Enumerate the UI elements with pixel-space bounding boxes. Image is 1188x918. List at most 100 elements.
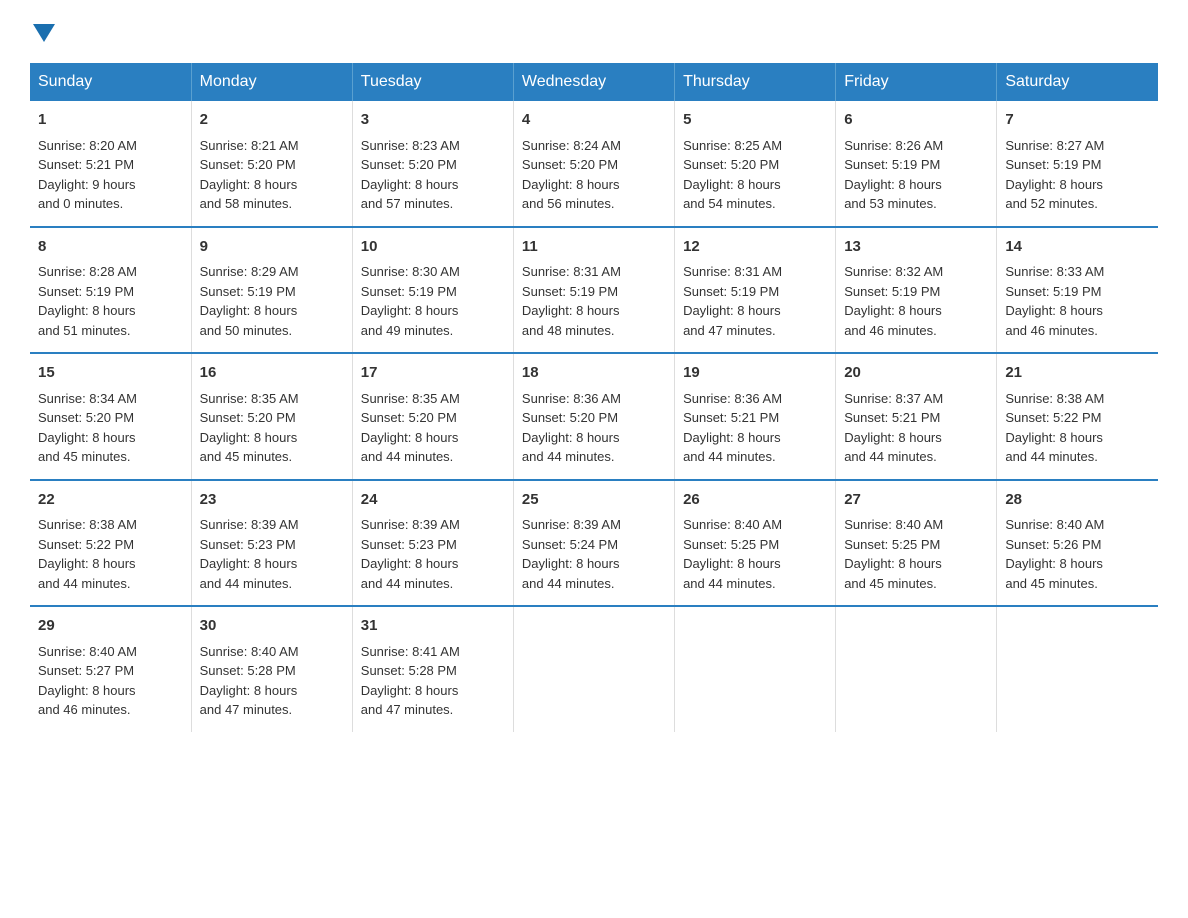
daylight-minutes: and 44 minutes. (361, 449, 454, 464)
daylight-minutes: and 56 minutes. (522, 196, 615, 211)
sunset-text: Sunset: 5:20 PM (522, 410, 618, 425)
daylight-text: Daylight: 8 hours (1005, 430, 1103, 445)
daylight-text: Daylight: 8 hours (844, 430, 942, 445)
sunset-text: Sunset: 5:19 PM (1005, 157, 1101, 172)
calendar-cell: 27Sunrise: 8:40 AMSunset: 5:25 PMDayligh… (836, 480, 997, 607)
daylight-text: Daylight: 8 hours (683, 177, 781, 192)
daylight-minutes: and 47 minutes. (200, 702, 293, 717)
sunrise-text: Sunrise: 8:24 AM (522, 138, 621, 153)
daylight-minutes: and 54 minutes. (683, 196, 776, 211)
daylight-text: Daylight: 8 hours (522, 177, 620, 192)
day-header-sunday: Sunday (30, 63, 191, 101)
day-number: 11 (522, 236, 666, 259)
daylight-minutes: and 48 minutes. (522, 323, 615, 338)
day-number: 5 (683, 109, 827, 132)
daylight-minutes: and 47 minutes. (683, 323, 776, 338)
daylight-text: Daylight: 8 hours (200, 683, 298, 698)
calendar-cell: 11Sunrise: 8:31 AMSunset: 5:19 PMDayligh… (513, 227, 674, 354)
daylight-text: Daylight: 8 hours (522, 303, 620, 318)
daylight-text: Daylight: 8 hours (683, 556, 781, 571)
day-number: 15 (38, 362, 183, 385)
page-header (30, 20, 1158, 43)
calendar-week-row: 1Sunrise: 8:20 AMSunset: 5:21 PMDaylight… (30, 101, 1158, 227)
day-number: 2 (200, 109, 344, 132)
day-number: 20 (844, 362, 988, 385)
sunset-text: Sunset: 5:22 PM (38, 537, 134, 552)
day-header-wednesday: Wednesday (513, 63, 674, 101)
daylight-text: Daylight: 8 hours (683, 303, 781, 318)
daylight-text: Daylight: 8 hours (200, 303, 298, 318)
calendar-cell: 30Sunrise: 8:40 AMSunset: 5:28 PMDayligh… (191, 606, 352, 732)
calendar-week-row: 15 Sunrise: 8:34 AM Sunset: 5:20 PM Dayligh… (30, 353, 1158, 480)
sunset-text: Sunset: 5:20 PM (38, 410, 134, 425)
sunset-text: Sunset: 5:22 PM (1005, 410, 1101, 425)
calendar-cell: 7Sunrise: 8:27 AMSunset: 5:19 PMDaylight… (997, 101, 1158, 227)
calendar-cell: 19Sunrise: 8:36 AMSunset: 5:21 PMDayligh… (675, 353, 836, 480)
calendar-cell: 29Sunrise: 8:40 AMSunset: 5:27 PMDayligh… (30, 606, 191, 732)
daylight-text: Daylight: 8 hours (844, 303, 942, 318)
daylight-minutes: and 51 minutes. (38, 323, 131, 338)
sunrise-text: Sunrise: 8:38 AM (1005, 391, 1104, 406)
day-header-friday: Friday (836, 63, 997, 101)
calendar-cell: 9Sunrise: 8:29 AMSunset: 5:19 PMDaylight… (191, 227, 352, 354)
daylight-minutes: and 46 minutes. (844, 323, 937, 338)
sunset-text: Sunset: 5:21 PM (844, 410, 940, 425)
sunset-text: Sunset: 5:20 PM (522, 157, 618, 172)
sunrise-text: Sunrise: 8:34 AM (38, 391, 137, 406)
day-header-thursday: Thursday (675, 63, 836, 101)
day-number: 3 (361, 109, 505, 132)
daylight-text: Daylight: 8 hours (38, 556, 136, 571)
day-number: 8 (38, 236, 183, 259)
calendar-week-row: 22Sunrise: 8:38 AMSunset: 5:22 PMDayligh… (30, 480, 1158, 607)
day-number: 23 (200, 489, 344, 512)
sunset-text: Sunset: 5:19 PM (361, 284, 457, 299)
calendar-cell: 18Sunrise: 8:36 AMSunset: 5:20 PMDayligh… (513, 353, 674, 480)
sunrise-text: Sunrise: 8:37 AM (844, 391, 943, 406)
day-number: 25 (522, 489, 666, 512)
calendar-cell: 1Sunrise: 8:20 AMSunset: 5:21 PMDaylight… (30, 101, 191, 227)
sunrise-text: Sunrise: 8:26 AM (844, 138, 943, 153)
logo (30, 20, 55, 43)
logo-arrow-icon (33, 24, 55, 47)
sunrise-text: Sunrise: 8:35 AM (361, 391, 460, 406)
sunset-text: Sunset: 5:19 PM (522, 284, 618, 299)
daylight-text: Daylight: 8 hours (361, 177, 459, 192)
calendar-cell: 2Sunrise: 8:21 AMSunset: 5:20 PMDaylight… (191, 101, 352, 227)
calendar-cell (513, 606, 674, 732)
day-header-saturday: Saturday (997, 63, 1158, 101)
sunrise-text: Sunrise: 8:38 AM (38, 517, 137, 532)
sunset-text: Sunset: 5:28 PM (361, 663, 457, 678)
calendar-cell: 20 Sunrise: 8:37 AM Sunset: 5:21 PM Dayligh… (836, 353, 997, 480)
sunrise-text: Sunrise: 8:23 AM (361, 138, 460, 153)
daylight-minutes: and 44 minutes. (38, 576, 131, 591)
day-number: 31 (361, 615, 505, 638)
daylight-minutes: and 44 minutes. (844, 449, 937, 464)
day-number: 4 (522, 109, 666, 132)
daylight-text: Daylight: 8 hours (1005, 177, 1103, 192)
daylight-minutes: and 46 minutes. (38, 702, 131, 717)
day-number: 17 (361, 362, 505, 385)
sunset-text: Sunset: 5:27 PM (38, 663, 134, 678)
day-number: 16 (200, 362, 344, 385)
sunset-text: Sunset: 5:21 PM (683, 410, 779, 425)
daylight-minutes: and 44 minutes. (522, 576, 615, 591)
daylight-minutes: and 52 minutes. (1005, 196, 1098, 211)
day-number: 13 (844, 236, 988, 259)
calendar-cell: 5Sunrise: 8:25 AMSunset: 5:20 PMDaylight… (675, 101, 836, 227)
daylight-minutes: and 44 minutes. (1005, 449, 1098, 464)
daylight-minutes: and 58 minutes. (200, 196, 293, 211)
calendar-cell: 12Sunrise: 8:31 AMSunset: 5:19 PMDayligh… (675, 227, 836, 354)
day-number: 29 (38, 615, 183, 638)
sunrise-text: Sunrise: 8:27 AM (1005, 138, 1104, 153)
day-number: 19 (683, 362, 827, 385)
daylight-text: Daylight: 8 hours (361, 556, 459, 571)
day-number: 6 (844, 109, 988, 132)
sunset-text: Sunset: 5:21 PM (38, 157, 134, 172)
day-number: 10 (361, 236, 505, 259)
sunrise-text: Sunrise: 8:20 AM (38, 138, 137, 153)
sunrise-text: Sunrise: 8:36 AM (522, 391, 621, 406)
sunrise-text: Sunrise: 8:40 AM (844, 517, 943, 532)
daylight-text: Daylight: 8 hours (522, 556, 620, 571)
sunset-text: Sunset: 5:26 PM (1005, 537, 1101, 552)
calendar-cell: 4 Sunrise: 8:24 AM Sunset: 5:20 PM Daylight… (513, 101, 674, 227)
